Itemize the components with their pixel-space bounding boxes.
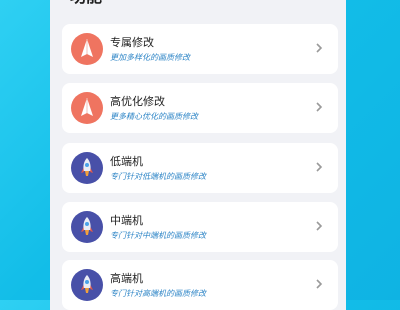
item-title: 低端机 bbox=[110, 155, 143, 168]
paper-plane-icon bbox=[71, 33, 103, 65]
paper-plane-icon bbox=[71, 92, 103, 124]
item-subtitle: 专门针对中端机的画质修改 bbox=[110, 231, 206, 240]
rocket-icon bbox=[71, 211, 103, 243]
item-subtitle: 专门针对低端机的画质修改 bbox=[110, 172, 206, 181]
chevron-right-icon bbox=[312, 219, 326, 233]
chevron-right-icon bbox=[312, 160, 326, 174]
item-title: 中端机 bbox=[110, 214, 143, 227]
list-item-exclusive-mod[interactable]: 专属修改 更加多样化的画质修改 bbox=[62, 24, 338, 74]
list-item-high-optimization[interactable]: 高优化修改 更多精心优化的画质修改 bbox=[62, 83, 338, 133]
list-item-mid-range[interactable]: 中端机 专门针对中端机的画质修改 bbox=[62, 202, 338, 252]
chevron-right-icon bbox=[312, 100, 326, 114]
section-title: 功能 bbox=[70, 0, 102, 6]
chevron-right-icon bbox=[312, 277, 326, 291]
list-item-high-end[interactable]: 高端机 专门针对高端机的画质修改 bbox=[62, 260, 338, 310]
list-item-low-end[interactable]: 低端机 专门针对低端机的画质修改 bbox=[62, 143, 338, 193]
item-subtitle: 更加多样化的画质修改 bbox=[110, 53, 190, 62]
item-title: 高端机 bbox=[110, 272, 143, 285]
rocket-icon bbox=[71, 269, 103, 301]
item-subtitle: 更多精心优化的画质修改 bbox=[110, 112, 198, 121]
item-title: 高优化修改 bbox=[110, 95, 165, 108]
rocket-icon bbox=[71, 152, 103, 184]
item-title: 专属修改 bbox=[110, 36, 154, 49]
chevron-right-icon bbox=[312, 41, 326, 55]
item-subtitle: 专门针对高端机的画质修改 bbox=[110, 289, 206, 298]
